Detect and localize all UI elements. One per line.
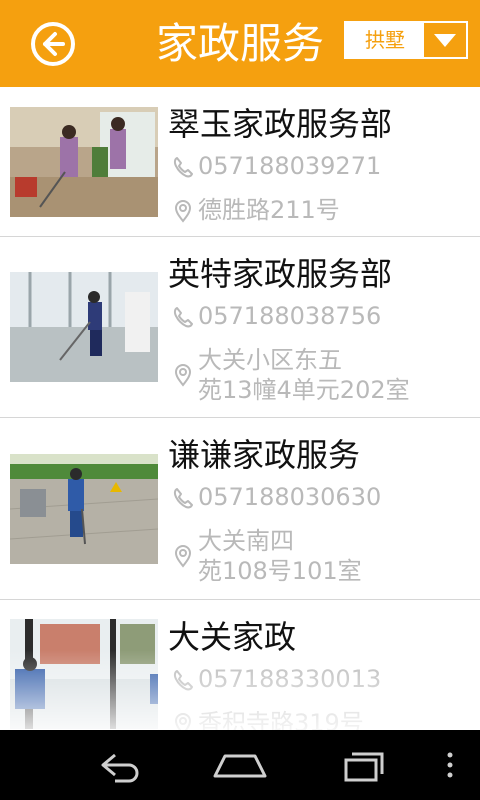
housekeeping-cleaning-photo	[10, 107, 158, 217]
phone-icon	[173, 670, 193, 691]
phone-number: 057188038756	[198, 302, 382, 330]
location-pin-icon	[174, 364, 192, 387]
nav-home-icon[interactable]	[205, 740, 275, 790]
app-header: 家政服务 拱墅	[0, 0, 480, 87]
district-dropdown[interactable]: 拱墅	[344, 21, 468, 59]
location-pin-icon	[174, 200, 192, 223]
phone-icon	[173, 488, 193, 509]
address-line: 香积寺路319号	[198, 709, 364, 730]
outdoor-cleaning-photo	[10, 454, 158, 564]
address-line: 大关南四	[198, 527, 294, 555]
phone-number: 057188330013	[198, 665, 382, 693]
phone-number: 057188039271	[198, 152, 382, 180]
phone-icon	[173, 307, 193, 328]
system-navigation-bar	[0, 730, 480, 800]
floor-mopping-photo	[10, 272, 158, 382]
provider-list: 翠玉家政服务部 057188039271 德胜路211号 英特家政服务部 057…	[0, 87, 480, 730]
nav-back-icon[interactable]	[85, 740, 155, 790]
address-line: 德胜路211号	[198, 196, 340, 224]
provider-name: 英特家政服务部	[168, 255, 393, 293]
phone-number: 057188030630	[198, 483, 382, 511]
provider-name: 谦谦家政服务	[168, 436, 361, 474]
address-line: 大关小区东五	[198, 346, 342, 374]
nav-recents-icon[interactable]	[326, 740, 396, 790]
window-cleaning-photo	[10, 619, 158, 729]
triangle-down-icon	[434, 34, 456, 47]
address-line: 苑13幢4单元202室	[198, 376, 410, 404]
phone-icon	[173, 157, 193, 178]
address-line: 苑108号101室	[198, 557, 362, 585]
provider-name: 翠玉家政服务部	[168, 105, 393, 143]
district-dropdown-label: 拱墅	[346, 23, 424, 57]
location-pin-icon	[174, 713, 192, 730]
provider-name: 大关家政	[168, 618, 297, 656]
list-item[interactable]: 英特家政服务部 057188038756 大关小区东五 苑13幢4单元202室	[0, 237, 480, 418]
list-item[interactable]: 翠玉家政服务部 057188039271 德胜路211号	[0, 87, 480, 237]
list-item[interactable]: 大关家政 057188330013 香积寺路319号	[0, 600, 480, 730]
overflow-menu-icon[interactable]	[430, 740, 470, 790]
back-circle-arrow-icon[interactable]	[30, 21, 76, 67]
list-item[interactable]: 谦谦家政服务 057188030630 大关南四 苑108号101室	[0, 418, 480, 600]
location-pin-icon	[174, 545, 192, 568]
